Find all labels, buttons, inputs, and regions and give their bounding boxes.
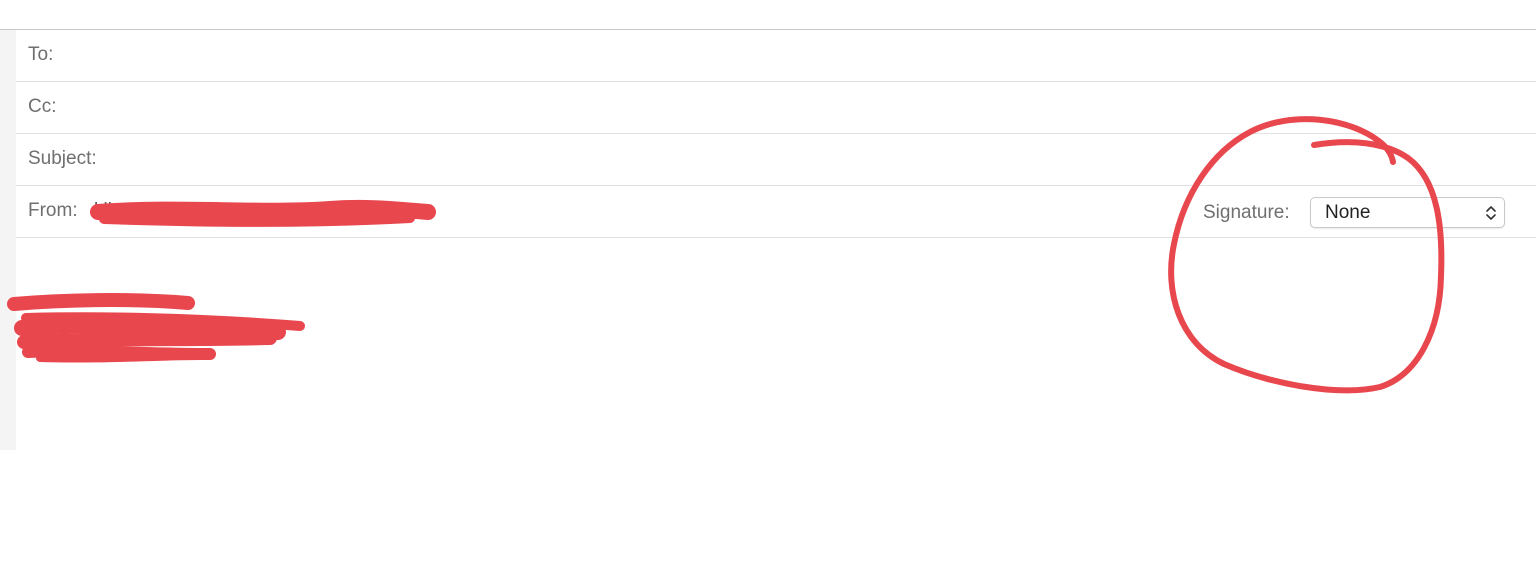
to-row: To: [16, 30, 1536, 82]
cc-label: Cc: [28, 96, 57, 117]
subject-row: Subject: [16, 134, 1536, 186]
from-account[interactable]: l il.com [94, 199, 153, 223]
from-label: From: [28, 200, 78, 221]
cc-row: Cc: [16, 82, 1536, 134]
to-field[interactable] [116, 38, 1120, 74]
compose-window: To: Cc: Subject: From: l il.com Signatur… [0, 0, 1536, 567]
subject-field[interactable] [126, 142, 1130, 178]
select-arrows-icon [1484, 202, 1498, 224]
message-body[interactable] [16, 238, 1536, 450]
cc-field[interactable] [116, 90, 1120, 126]
to-label: To: [28, 44, 54, 65]
left-gutter [0, 30, 16, 450]
signature-selected-value: None [1325, 202, 1371, 223]
signature-select[interactable]: None [1310, 197, 1505, 228]
signature-label: Signature: [1203, 202, 1290, 223]
subject-label: Subject: [28, 148, 97, 169]
from-row: From: l il.com Signature: None [16, 186, 1536, 238]
